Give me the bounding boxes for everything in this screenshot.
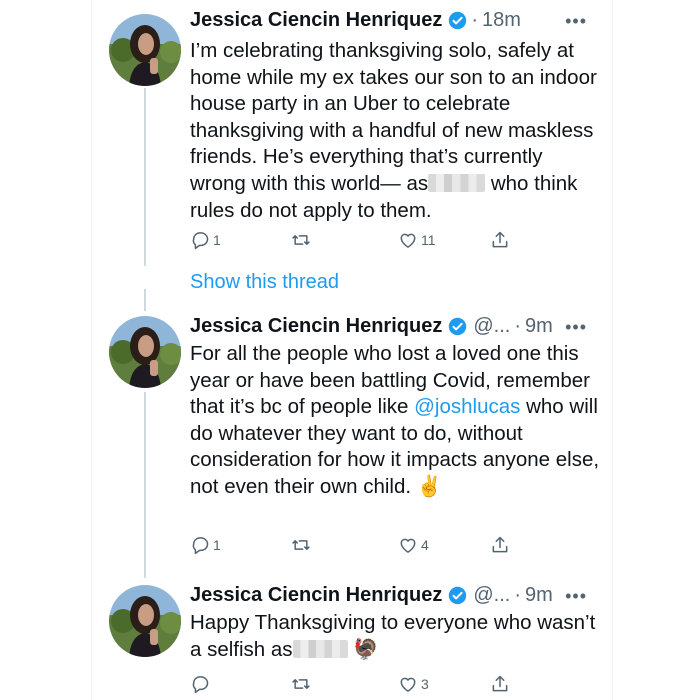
verified-badge-icon <box>448 317 467 336</box>
timestamp[interactable]: 9m <box>525 315 553 338</box>
like-icon <box>400 677 416 692</box>
tweet[interactable]: Jessica Ciencin Henriquez · 18m ••• I’m … <box>91 0 613 270</box>
more-icon[interactable]: ••• <box>565 11 587 32</box>
like-button[interactable]: 3 <box>398 674 429 694</box>
turkey-emoji: 🦃 <box>353 637 379 661</box>
redacted-word <box>428 173 486 192</box>
retweet-button[interactable] <box>290 230 315 250</box>
tweet-header: Jessica Ciencin Henriquez · 18m <box>190 7 521 33</box>
reply-icon <box>192 537 209 555</box>
tweet-text: Happy Thanksgiving to everyone who wasn’… <box>190 610 600 663</box>
retweet-button[interactable] <box>290 535 315 555</box>
tweet-actions: 3 <box>190 674 520 698</box>
mention-link[interactable]: @joshlucas <box>414 395 520 418</box>
share-icon <box>492 536 508 553</box>
like-count: 3 <box>421 676 429 692</box>
tweet-header: Jessica Ciencin Henriquez @... · 9m <box>190 582 553 608</box>
tweet-header: Jessica Ciencin Henriquez @... · 9m <box>190 313 553 339</box>
verified-badge-icon <box>448 11 467 30</box>
author-name[interactable]: Jessica Ciencin Henriquez <box>190 9 442 32</box>
like-button[interactable]: 11 <box>398 230 436 250</box>
like-icon <box>400 538 416 553</box>
like-count: 4 <box>421 537 429 553</box>
author-handle[interactable]: @... <box>473 315 510 338</box>
author-name[interactable]: Jessica Ciencin Henriquez <box>190 584 442 607</box>
tweet-text-part: Happy Thanksgiving to everyone who wasn’… <box>190 611 596 661</box>
more-icon[interactable]: ••• <box>565 586 587 607</box>
retweet-icon <box>292 235 310 245</box>
retweet-icon <box>292 540 310 550</box>
avatar[interactable] <box>109 585 181 657</box>
redacted-word <box>292 639 348 658</box>
separator-dot: · <box>514 583 521 606</box>
avatar[interactable] <box>109 14 181 86</box>
reply-icon <box>192 232 209 250</box>
retweet-button[interactable] <box>290 674 315 694</box>
like-count: 11 <box>421 232 436 248</box>
tweet-text: I’m celebrating thanksgiving solo, safel… <box>190 38 600 224</box>
separator-dot: · <box>471 8 478 31</box>
share-icon <box>492 231 508 248</box>
reply-count: 1 <box>213 537 221 553</box>
tweet[interactable]: Jessica Ciencin Henriquez @... · 9m ••• … <box>91 310 613 565</box>
more-icon[interactable]: ••• <box>565 317 587 338</box>
timestamp[interactable]: 18m <box>482 9 521 32</box>
avatar[interactable] <box>109 316 181 388</box>
reply-count: 1 <box>213 232 221 248</box>
like-button[interactable]: 4 <box>398 535 429 555</box>
retweet-icon <box>292 679 310 689</box>
separator-dot: · <box>514 314 521 337</box>
share-icon <box>492 675 508 692</box>
verified-badge-icon <box>448 586 467 605</box>
author-name[interactable]: Jessica Ciencin Henriquez <box>190 315 442 338</box>
reply-button[interactable]: 1 <box>190 230 221 250</box>
tweet[interactable]: Jessica Ciencin Henriquez @... · 9m ••• … <box>91 580 613 700</box>
reply-button[interactable]: 1 <box>190 535 221 555</box>
author-handle[interactable]: @... <box>473 584 510 607</box>
reply-icon <box>192 676 209 694</box>
thread-connector-line <box>144 289 146 311</box>
tweet-actions: 1 4 <box>190 535 520 559</box>
like-icon <box>400 233 416 248</box>
share-button[interactable] <box>490 535 510 555</box>
tweet-actions: 1 11 <box>190 230 520 254</box>
timestamp[interactable]: 9m <box>525 584 553 607</box>
tweet-text: For all the people who lost a loved one … <box>190 341 600 501</box>
share-button[interactable] <box>490 230 510 250</box>
show-thread-link[interactable]: Show this thread <box>190 271 339 294</box>
share-button[interactable] <box>490 674 510 694</box>
reply-button[interactable] <box>190 674 213 694</box>
